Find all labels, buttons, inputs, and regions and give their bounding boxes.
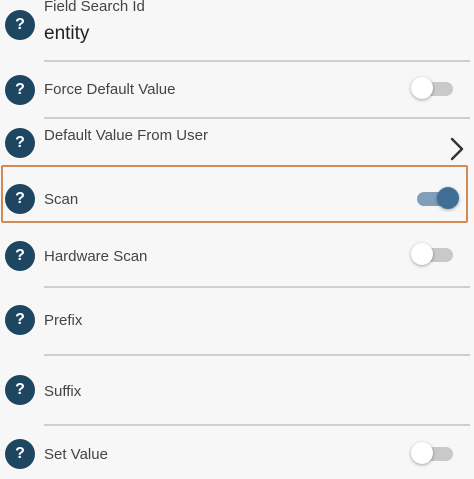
toggle-knob (437, 187, 459, 209)
prefix-row[interactable]: ? Prefix (0, 288, 474, 356)
scan-label: Scan (44, 191, 79, 208)
default-value-from-user-label: Default Value From User (44, 127, 208, 144)
force-default-value-row[interactable]: ? Force Default Value (0, 62, 474, 119)
set-value-row[interactable]: ? Set Value (0, 426, 474, 479)
toggle-knob (411, 442, 433, 464)
force-default-value-toggle[interactable] (411, 74, 455, 104)
help-icon[interactable]: ? (5, 241, 35, 271)
toggle-knob (411, 77, 433, 99)
suffix-label: Suffix (44, 383, 82, 400)
default-value-from-user-row[interactable]: ? Default Value From User (0, 118, 474, 165)
help-icon[interactable]: ? (5, 128, 35, 158)
toggle-knob (411, 243, 433, 265)
help-icon[interactable]: ? (5, 375, 35, 405)
prefix-label: Prefix (44, 312, 83, 329)
suffix-row[interactable]: ? Suffix (0, 356, 474, 426)
set-value-label: Set Value (44, 446, 108, 463)
field-search-id-row[interactable]: ? Field Search Id entity (0, 0, 474, 62)
help-icon[interactable]: ? (5, 439, 35, 469)
help-icon[interactable]: ? (5, 10, 35, 40)
hardware-scan-toggle[interactable] (411, 240, 455, 270)
help-icon[interactable]: ? (5, 184, 35, 214)
help-icon[interactable]: ? (5, 75, 35, 105)
scan-toggle[interactable] (415, 184, 459, 214)
hardware-scan-row[interactable]: ? Hardware Scan (0, 223, 474, 288)
field-search-id-label: Field Search Id (44, 0, 145, 15)
force-default-value-label: Force Default Value (44, 81, 176, 98)
field-search-id-input[interactable]: entity (44, 23, 89, 45)
chevron-right-icon[interactable] (449, 137, 465, 161)
help-icon[interactable]: ? (5, 305, 35, 335)
set-value-toggle[interactable] (411, 439, 455, 469)
hardware-scan-label: Hardware Scan (44, 248, 148, 265)
scan-row[interactable]: ? Scan (0, 167, 474, 221)
